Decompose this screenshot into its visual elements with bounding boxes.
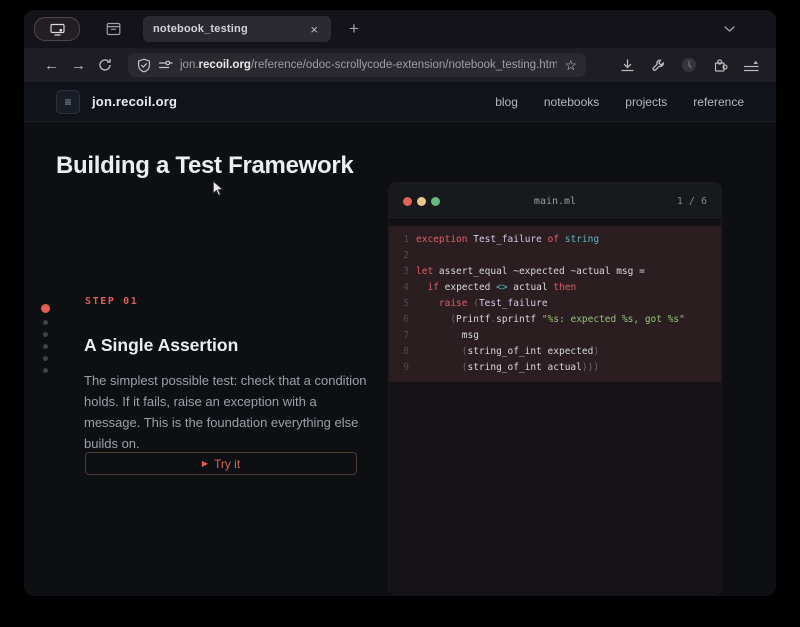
traffic-light-red-icon: [403, 197, 412, 206]
extensions-puzzle-icon[interactable]: [711, 56, 729, 74]
url-text: jon.recoil.org/reference/odoc-scrollycod…: [180, 59, 557, 71]
progress-dot-4[interactable]: [43, 344, 48, 349]
browser-window: notebook_testing × + ← →: [24, 10, 776, 596]
page-title: Building a Test Framework: [56, 152, 353, 180]
progress-dot-6[interactable]: [43, 368, 48, 373]
tab-title: notebook_testing: [153, 23, 307, 35]
site-brand[interactable]: jon.recoil.org: [92, 94, 177, 109]
forward-button[interactable]: →: [65, 58, 92, 73]
line-number: 3: [389, 264, 409, 280]
code-line-7: 7 msg: [389, 328, 721, 344]
url-bar[interactable]: jon.recoil.org/reference/odoc-scrollycod…: [128, 53, 586, 77]
code-area: 1exception Test_failure of string2 3let …: [389, 220, 721, 382]
monitor-icon: [50, 23, 65, 36]
progress-dot-1[interactable]: [41, 304, 50, 313]
step-body: The simplest possible test: check that a…: [84, 370, 368, 454]
tab-close-icon[interactable]: ×: [307, 21, 321, 38]
editor-header: main.ml 1 / 6: [389, 183, 721, 220]
tab-list-chevron-button[interactable]: [723, 25, 736, 33]
line-number: 2: [389, 248, 409, 264]
reload-button[interactable]: [92, 58, 118, 72]
code-line-1: 1exception Test_failure of string: [389, 232, 721, 248]
reload-icon: [98, 58, 112, 72]
code-line-5: 5 raise (Test_failure: [389, 296, 721, 312]
code-line-6: 6 (Printf.sprintf "%s: expected %s, got …: [389, 312, 721, 328]
firefox-view-button[interactable]: [34, 17, 80, 41]
line-number: 9: [389, 360, 409, 376]
code-line-9: 9 (string_of_int actual))): [389, 360, 721, 376]
highlighted-code-block: 1exception Test_failure of string2 3let …: [389, 226, 721, 382]
line-number: 7: [389, 328, 409, 344]
tab-bar: notebook_testing × +: [24, 10, 776, 48]
nav-link-notebooks[interactable]: notebooks: [544, 95, 599, 109]
try-it-button[interactable]: ▶ Try it: [85, 452, 357, 475]
new-tab-button[interactable]: +: [345, 19, 363, 39]
bookmark-star-icon[interactable]: ☆: [564, 58, 577, 72]
try-it-label: Try it: [214, 457, 240, 471]
code-line-8: 8 (string_of_int expected): [389, 344, 721, 360]
traffic-light-green-icon: [431, 197, 440, 206]
code-editor-panel: main.ml 1 / 6 1exception Test_failure of…: [388, 182, 722, 595]
hamburger-icon: ≡: [64, 95, 71, 109]
line-number: 1: [389, 232, 409, 248]
mouse-cursor-icon: [212, 180, 225, 198]
progress-dot-3[interactable]: [43, 332, 48, 337]
progress-rail: [40, 304, 50, 373]
progress-dot-5[interactable]: [43, 356, 48, 361]
code-lines: 1exception Test_failure of string2 3let …: [389, 232, 721, 376]
site-nav: blog notebooks projects reference: [495, 95, 744, 109]
url-domain: recoil.org: [199, 59, 251, 71]
webpage: ≡ jon.recoil.org blog notebooks projects re…: [24, 82, 776, 596]
chevron-down-icon: [723, 25, 736, 33]
site-menu-button[interactable]: ≡: [56, 90, 80, 114]
step-heading: A Single Assertion: [84, 335, 238, 356]
code-line-4: 4 if expected <> actual then: [389, 280, 721, 296]
browser-toolbar: ← →: [24, 48, 776, 82]
play-icon: ▶: [202, 460, 208, 468]
wrench-icon[interactable]: [649, 56, 667, 74]
code-line-2: 2: [389, 248, 721, 264]
url-path: /reference/odoc-scrollycode-extension/no…: [251, 59, 557, 71]
app-menu-icon[interactable]: [742, 56, 760, 74]
progress-dot-2[interactable]: [43, 320, 48, 325]
code-line-3: 3let assert_equal ~expected ~actual msg …: [389, 264, 721, 280]
downloads-button[interactable]: [618, 56, 636, 74]
line-number: 4: [389, 280, 409, 296]
nav-link-projects[interactable]: projects: [625, 95, 667, 109]
traffic-light-yellow-icon: [417, 197, 426, 206]
archive-box-icon: [106, 22, 121, 36]
line-number: 6: [389, 312, 409, 328]
toolbar-actions: [618, 56, 762, 74]
tab-archive-button[interactable]: [106, 22, 121, 36]
line-number: 5: [389, 296, 409, 312]
step-label: STEP 01: [85, 296, 138, 307]
extension-badge-icon[interactable]: [680, 56, 698, 74]
shield-icon: [137, 58, 151, 73]
site-header: ≡ jon.recoil.org blog notebooks projects re…: [24, 82, 776, 122]
screen: notebook_testing × + ← →: [0, 0, 800, 627]
nav-link-blog[interactable]: blog: [495, 95, 518, 109]
editor-step-counter: 1 / 6: [677, 196, 707, 207]
back-button[interactable]: ←: [38, 58, 65, 73]
tab-notebook-testing[interactable]: notebook_testing ×: [143, 16, 331, 42]
line-number: 8: [389, 344, 409, 360]
permissions-icon: [158, 59, 173, 71]
nav-link-reference[interactable]: reference: [693, 95, 744, 109]
